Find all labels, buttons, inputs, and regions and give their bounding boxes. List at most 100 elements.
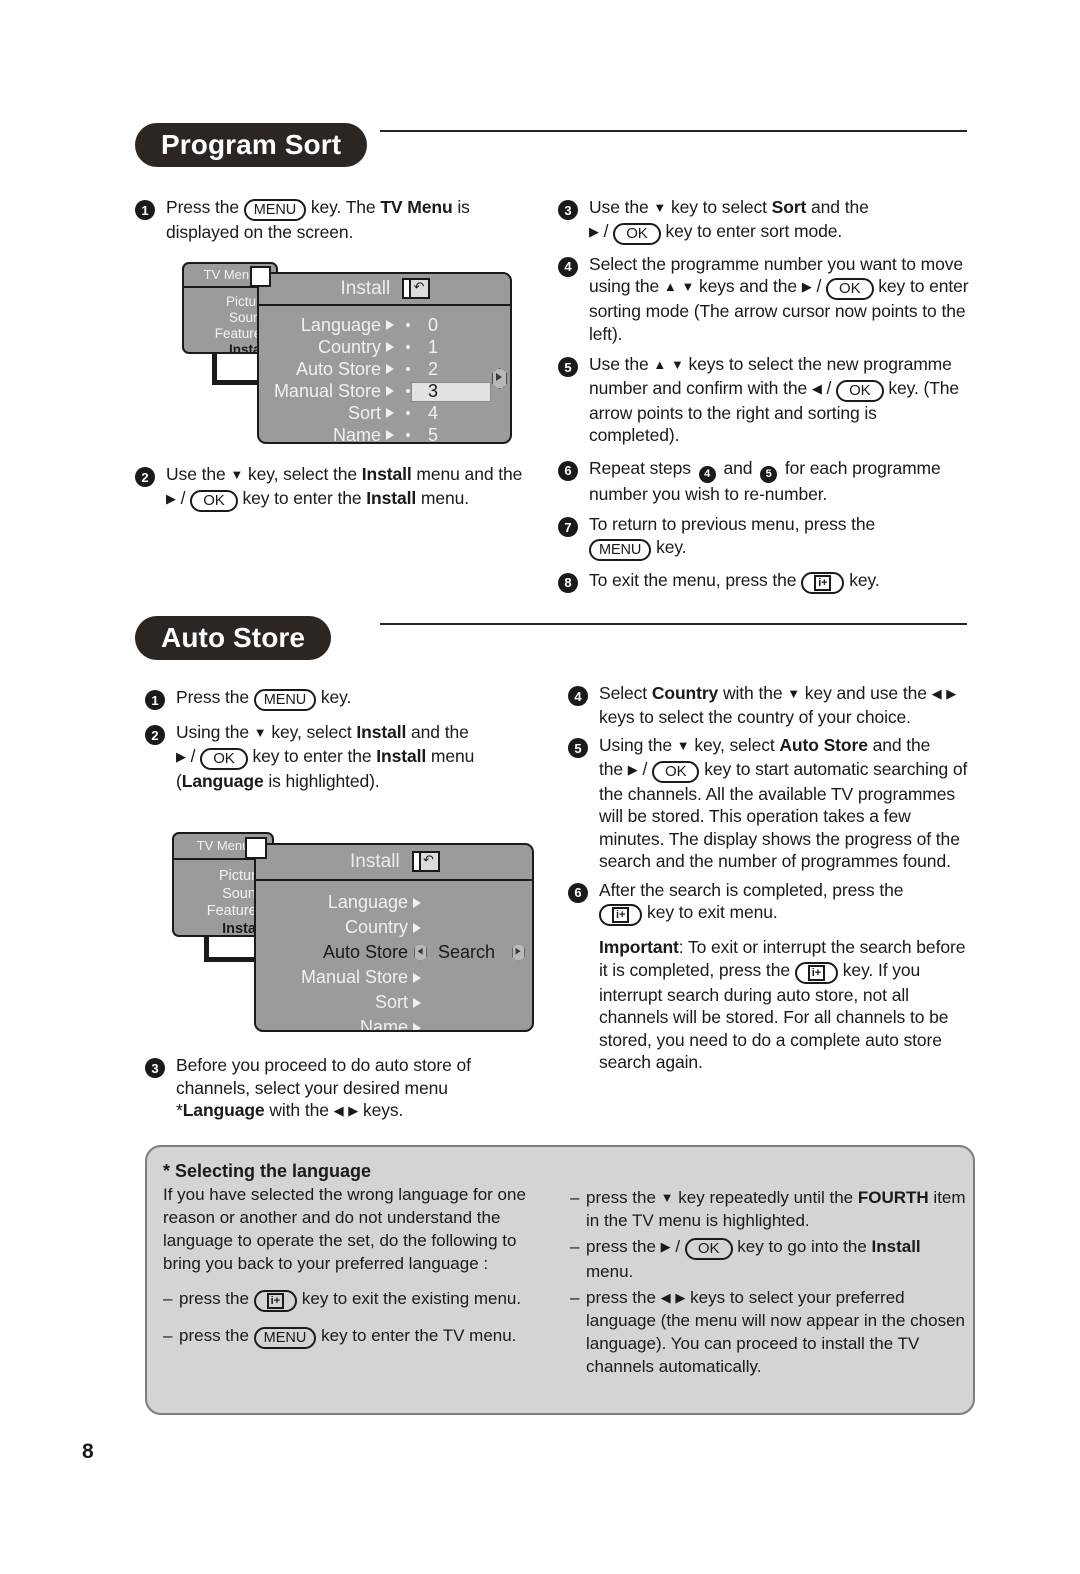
- dash-marker: –: [163, 1289, 173, 1308]
- menu-key-glyph: MENU: [243, 199, 307, 221]
- arrow-left-icon: ◀: [660, 1290, 671, 1305]
- tv-menu-item-picture[interactable]: Picture: [184, 294, 268, 310]
- info-key-label: i+: [266, 1293, 285, 1309]
- step-ps-7: 7 To return to previous menu, press the …: [558, 513, 970, 561]
- text-fragment: and: [723, 457, 753, 478]
- item-text: press the ▶ / OK key to go into the Inst…: [586, 1235, 968, 1283]
- menu-key-glyph: MENU: [253, 1327, 317, 1349]
- text-fragment: key.: [849, 569, 880, 590]
- arrow-right-icon: ▶: [176, 748, 186, 764]
- menu-key-glyph: MENU: [589, 538, 652, 561]
- note-left-column: * Selecting the language If you have sel…: [163, 1161, 553, 1349]
- install-row-name[interactable]: Name: [256, 1015, 532, 1030]
- install-icon: ↶: [411, 850, 440, 872]
- info-key-label: i+: [612, 907, 630, 923]
- text-fragment: Use the: [589, 197, 649, 217]
- text-fragment: To exit the menu, press the: [589, 569, 797, 590]
- chevron-right-icon: [413, 922, 421, 933]
- ok-key-glyph: OK: [826, 278, 874, 300]
- step-reference-4: 4: [698, 465, 716, 483]
- install-row-manual-store[interactable]: Manual Store 3: [259, 380, 510, 402]
- install-row-manual-store[interactable]: Manual Store: [256, 965, 532, 990]
- ok-key-glyph: OK: [684, 1238, 733, 1260]
- install-row-language[interactable]: Language 0: [259, 314, 510, 336]
- text-bold: Auto Store: [779, 735, 868, 755]
- arrow-right-icon: ▶: [660, 1239, 671, 1254]
- arrow-right-icon: ▶: [166, 490, 176, 506]
- install-row-country[interactable]: Country: [256, 915, 532, 940]
- text-bold: Language: [181, 770, 264, 791]
- header-rule: [380, 130, 967, 132]
- text-fragment: menu and the: [416, 464, 523, 484]
- text-fragment: key to enter the: [252, 745, 372, 766]
- note-left-item-2: – press the MENU key to enter the TV men…: [163, 1324, 553, 1349]
- text-fragment: and the: [872, 735, 931, 755]
- info-key-glyph: i+: [794, 961, 839, 984]
- ok-key-glyph: OK: [613, 222, 661, 245]
- info-key-glyph: i+: [253, 1290, 298, 1312]
- text-fragment: key.: [656, 536, 687, 557]
- step-text: To exit the menu, press the i+ key.: [589, 569, 880, 594]
- text-fragment: key and use the: [804, 683, 927, 703]
- row-number: 3: [427, 381, 438, 401]
- step-ps-1: 1 Press the MENU key. The TV Menu is dis…: [135, 196, 535, 244]
- info-key-glyph: i+: [599, 904, 643, 926]
- row-number: 5: [427, 425, 438, 444]
- step-text: After the search is completed, press the…: [599, 879, 903, 926]
- step-number: 4: [558, 256, 578, 277]
- tv-menu-item-sound[interactable]: Sound: [174, 886, 264, 904]
- text-fragment: keys to select the country of your choic…: [599, 706, 911, 727]
- info-key-label: i+: [814, 574, 832, 591]
- install-row-name[interactable]: Name 5: [259, 424, 510, 444]
- tv-menu-item-install[interactable]: Install: [184, 342, 268, 358]
- text-fragment: key to enter the: [242, 487, 362, 508]
- row-number: 0: [427, 315, 438, 335]
- install-row-auto-store[interactable]: Auto Store Search: [256, 940, 532, 965]
- install-row-sort[interactable]: Sort 4: [259, 402, 510, 424]
- row-number: 4: [427, 403, 438, 423]
- text-fragment: To return to previous menu, press the: [589, 514, 876, 534]
- row-label: Country: [317, 337, 381, 357]
- dash-marker: –: [570, 1288, 580, 1307]
- row-number: 1: [427, 337, 438, 357]
- item-text: press the i+ key to exit the existing me…: [179, 1287, 521, 1312]
- step-text: Use the ▲ ▼ keys to select the new progr…: [589, 353, 970, 447]
- install-row-auto-store[interactable]: Auto Store 2: [259, 358, 510, 380]
- install-row-sort[interactable]: Sort: [256, 990, 532, 1015]
- item-text: press the MENU key to enter the TV menu.: [179, 1324, 516, 1349]
- row-label: Manual Store: [300, 967, 408, 987]
- item-text: press the ▼ key repeatedly until the FOU…: [586, 1186, 968, 1232]
- text-fragment: menu.: [420, 487, 470, 508]
- install-menu-rows-1: Language 0 Country 1 Auto Store 2 Manual…: [259, 306, 510, 444]
- chevron-right-icon: [413, 1022, 421, 1030]
- info-key-glyph: i+: [801, 571, 845, 594]
- text-fragment: Select: [599, 683, 648, 703]
- dot-icon: [406, 389, 410, 393]
- row-label: Name: [332, 425, 381, 444]
- text-fragment: /: [675, 1237, 681, 1256]
- text-fragment: /: [190, 745, 196, 766]
- tv-menu-item-picture[interactable]: Picture: [174, 868, 264, 886]
- row-value-search: Search: [438, 942, 496, 962]
- tv-menu-item-install[interactable]: Install: [174, 921, 264, 939]
- install-panel-title: Install: [340, 278, 391, 299]
- text-fragment: menu.: [586, 1262, 634, 1281]
- chevron-right-icon: [386, 408, 394, 418]
- text-fragment: press the: [179, 1289, 249, 1308]
- step-as-1: 1 Press the MENU key.: [145, 686, 540, 711]
- row-label: Sort: [374, 992, 408, 1012]
- text-fragment: /: [603, 220, 609, 241]
- install-row-country[interactable]: Country 1: [259, 336, 510, 358]
- step-text: Repeat steps 4 and 5 for each programme …: [589, 457, 970, 506]
- step-number: 1: [145, 690, 165, 710]
- step-text: Press the MENU key.: [176, 686, 351, 711]
- install-row-language[interactable]: Language: [256, 890, 532, 915]
- program-sort-title: Program Sort: [161, 129, 342, 160]
- step-text: Use the ▼ key to select Sort and the ▶ /…: [589, 196, 869, 245]
- tv-menu-item-features[interactable]: Features: [174, 903, 264, 921]
- tv-menu-item-sound[interactable]: Sound: [184, 310, 268, 326]
- step-ps-4: 4 Select the programme number you want t…: [558, 253, 970, 346]
- auto-store-step3-wrap: 3 Before you proceed to do auto store of…: [145, 1054, 535, 1129]
- tv-menu-item-features[interactable]: Features: [184, 326, 268, 342]
- text-fragment: key, select the: [247, 464, 358, 484]
